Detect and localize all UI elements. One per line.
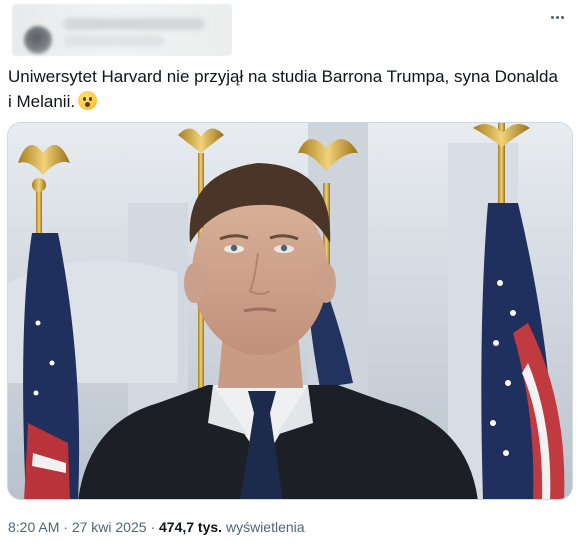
author-handle-blurred <box>64 36 164 46</box>
more-options-icon[interactable] <box>546 6 568 28</box>
views-label: wyświetlenia <box>225 519 305 535</box>
tweet-text: Uniwersytet Harvard nie przyjął na studi… <box>8 64 574 114</box>
tweet-meta: 8:20 AM · 27 kwi 2025 · 474,7 tys. wyświ… <box>8 519 305 535</box>
tweet-text-line1: Uniwersytet Harvard nie przyjął na studi… <box>8 67 558 86</box>
surprised-face-emoji-icon <box>78 91 98 110</box>
photo-illustration <box>8 123 572 499</box>
tweet-photo[interactable] <box>7 122 573 500</box>
avatar[interactable] <box>24 26 52 54</box>
author-blurred[interactable] <box>12 4 232 56</box>
views-count: 474,7 tys. <box>159 519 223 535</box>
tweet-date[interactable]: 27 kwi 2025 <box>72 519 147 535</box>
author-name-blurred <box>64 18 204 30</box>
tweet-time[interactable]: 8:20 AM <box>8 519 59 535</box>
meta-separator-2: · <box>150 519 156 535</box>
tweet-text-line2: i Melanii. <box>8 92 76 111</box>
tweet-card: Uniwersytet Harvard nie przyjął na studi… <box>0 0 582 543</box>
meta-separator: · <box>63 519 68 535</box>
